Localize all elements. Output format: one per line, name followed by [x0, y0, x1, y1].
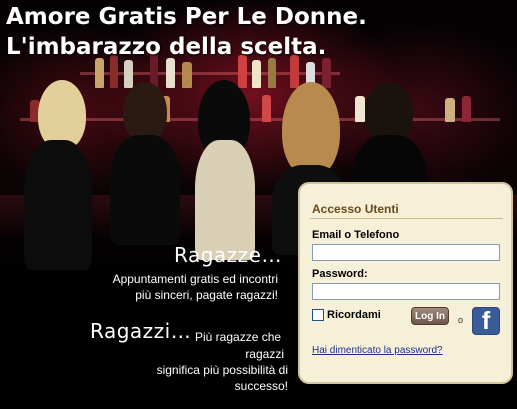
facebook-icon[interactable]: f [472, 307, 500, 335]
bottle [268, 58, 276, 88]
bottle [166, 58, 175, 88]
shelf [20, 118, 500, 121]
bottle [252, 60, 261, 88]
bottle [355, 96, 365, 122]
bottle [445, 98, 455, 122]
boys-line-3: significa più possibilità di [156, 363, 288, 377]
password-label: Password: [312, 268, 368, 280]
bottle [262, 95, 271, 122]
email-field[interactable] [312, 244, 500, 261]
divider [310, 218, 503, 219]
login-panel: Accesso Utenti Email o Telefono Password… [298, 182, 513, 384]
forgot-password-link[interactable]: Hai dimenticato la password? [312, 345, 443, 356]
bottle [322, 58, 331, 88]
girls-line-2: più sinceri, pagate ragazzi! [135, 288, 278, 302]
boys-title: Ragazzi… [90, 319, 192, 343]
boys-line-4: successo! [234, 379, 288, 393]
remember-me[interactable]: Ricordami [312, 309, 381, 321]
email-label: Email o Telefono [312, 229, 400, 241]
login-button[interactable]: Log In [411, 307, 449, 325]
or-separator: o [458, 315, 464, 325]
remember-checkbox[interactable] [312, 309, 324, 321]
boys-line-1: Più ragazze che [195, 330, 282, 344]
girls-title: Ragazze… [174, 243, 282, 267]
girls-description: Appuntamenti gratis ed incontri più sinc… [80, 271, 278, 303]
login-title: Accesso Utenti [312, 202, 399, 216]
boys-line-2: ragazzi [245, 347, 284, 361]
bottle [462, 96, 471, 122]
shelf [80, 72, 340, 75]
bottle [182, 62, 192, 88]
bottle [95, 58, 104, 88]
remember-label: Ricordami [327, 309, 381, 321]
page-headline: Amore Gratis Per Le Donne. L'imbarazzo d… [6, 4, 367, 60]
bottle [124, 60, 133, 88]
password-field[interactable] [312, 283, 500, 300]
girls-line-1: Appuntamenti gratis ed incontri [112, 272, 278, 286]
